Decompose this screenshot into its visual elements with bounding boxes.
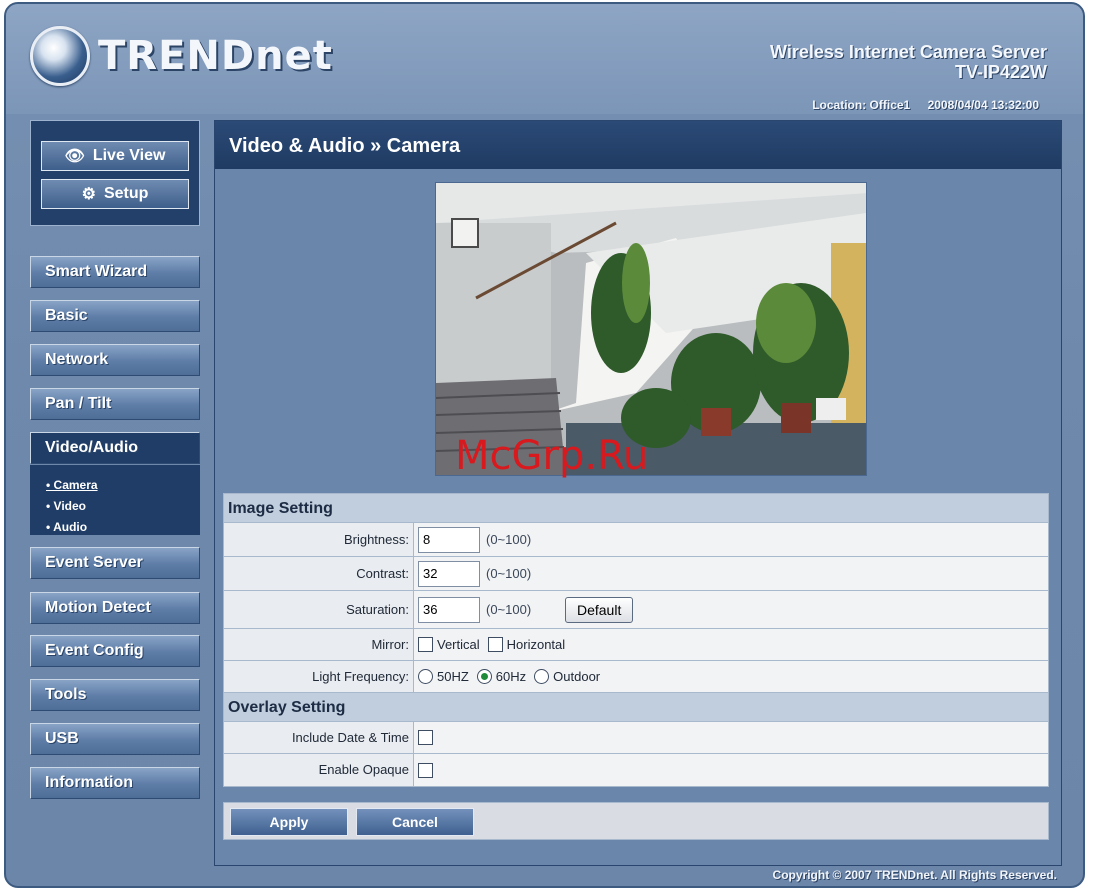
video-audio-submenu: • Camera • Video • Audio — [30, 465, 200, 535]
include-date-row: Include Date & Time — [224, 722, 1048, 754]
freq-50hz-label: 50HZ — [437, 669, 469, 684]
freq-60hz-label: 60Hz — [495, 669, 527, 684]
saturation-label: Saturation: — [224, 591, 414, 628]
image-setting-heading: Image Setting — [224, 494, 1048, 523]
contrast-range: (0~100) — [486, 566, 532, 581]
brightness-range: (0~100) — [486, 532, 532, 547]
submenu-camera[interactable]: • Camera — [46, 475, 200, 496]
page-title: Video & Audio » Camera — [215, 121, 1061, 169]
mirror-vertical-label: Vertical — [437, 637, 480, 652]
contrast-input[interactable] — [418, 560, 480, 587]
nav-information[interactable]: Information — [30, 767, 200, 799]
view-mode-panel: 👁 Live View ⚙ Setup — [30, 120, 200, 226]
status-bar: Location: Office1 2008/04/04 13:32:00 — [798, 98, 1039, 112]
cancel-button[interactable]: Cancel — [356, 808, 474, 836]
contrast-label: Contrast: — [224, 557, 414, 590]
brightness-label: Brightness: — [224, 523, 414, 556]
overlay-setting-heading: Overlay Setting — [224, 693, 1048, 722]
mirror-horizontal-label: Horizontal — [506, 637, 566, 652]
freq-60hz-radio[interactable] — [476, 669, 492, 684]
live-view-button[interactable]: 👁 Live View — [41, 141, 189, 171]
submenu-video[interactable]: • Video — [46, 496, 200, 517]
nav-smart-wizard[interactable]: Smart Wizard — [30, 256, 200, 288]
nav-basic[interactable]: Basic — [30, 300, 200, 332]
include-date-checkbox[interactable] — [418, 730, 433, 745]
brightness-row: Brightness: (0~100) — [224, 523, 1048, 557]
saturation-range: (0~100) — [486, 602, 532, 617]
gear-icon: ⚙ — [81, 186, 96, 203]
brand-name: TRENDnet — [98, 33, 333, 79]
nav-motion-detect[interactable]: Motion Detect — [30, 592, 200, 624]
saturation-input[interactable] — [418, 596, 480, 623]
live-view-label: Live View — [92, 147, 166, 164]
freq-outdoor-label: Outdoor — [553, 669, 601, 684]
light-frequency-label: Light Frequency: — [224, 661, 414, 692]
camera-preview — [435, 182, 867, 476]
nav-video-audio[interactable]: Video/Audio — [30, 432, 200, 464]
product-name: Wireless Internet Camera Server TV-IP422… — [770, 42, 1047, 82]
freq-outdoor-radio[interactable] — [534, 669, 550, 684]
datetime-text: 2008/04/04 13:32:00 — [927, 98, 1039, 112]
nav-tools[interactable]: Tools — [30, 679, 200, 711]
apply-button[interactable]: Apply — [230, 808, 348, 836]
nav-network[interactable]: Network — [30, 344, 200, 376]
product-line: Wireless Internet Camera Server — [770, 42, 1047, 62]
location-text: Location: Office1 — [812, 98, 911, 112]
mirror-label: Mirror: — [224, 629, 414, 660]
settings-form: Image Setting Brightness: (0~100) Contra… — [223, 493, 1049, 787]
mirror-vertical-checkbox[interactable] — [418, 637, 433, 652]
nav-event-server[interactable]: Event Server — [30, 547, 200, 579]
saturation-row: Saturation: (0~100) Default — [224, 591, 1048, 629]
light-frequency-row: Light Frequency: 50HZ 60Hz Outdoor — [224, 661, 1048, 693]
eye-icon: 👁 — [64, 148, 85, 165]
enable-opaque-label: Enable Opaque — [224, 754, 414, 786]
enable-opaque-row: Enable Opaque — [224, 754, 1048, 786]
watermark-text: McGrp.Ru — [455, 433, 649, 479]
copyright: Copyright © 2007 TRENDnet. All Rights Re… — [772, 868, 1057, 882]
freq-50hz-radio[interactable] — [418, 669, 433, 684]
enable-opaque-checkbox[interactable] — [418, 762, 433, 778]
nav-event-config[interactable]: Event Config — [30, 635, 200, 667]
nav-usb[interactable]: USB — [30, 723, 200, 755]
contrast-row: Contrast: (0~100) — [224, 557, 1048, 591]
setup-label: Setup — [103, 185, 149, 202]
mirror-horizontal-checkbox[interactable] — [487, 637, 503, 652]
trendnet-logo: TRENDnet — [30, 26, 333, 86]
header: TRENDnet Wireless Internet Camera Server… — [6, 4, 1083, 114]
include-date-label: Include Date & Time — [224, 722, 414, 753]
nav-pan-tilt[interactable]: Pan / Tilt — [30, 388, 200, 420]
setup-button[interactable]: ⚙ Setup — [41, 179, 189, 209]
model-name: TV-IP422W — [954, 62, 1047, 82]
submenu-audio[interactable]: • Audio — [46, 517, 200, 538]
main-panel: Video & Audio » Camera McGrp.Ru Image Se… — [214, 120, 1062, 866]
globe-icon — [30, 26, 90, 86]
default-button[interactable]: Default — [565, 596, 634, 623]
app-window: TRENDnet Wireless Internet Camera Server… — [4, 2, 1085, 888]
mirror-row: Mirror: Vertical Horizontal — [224, 629, 1048, 661]
action-bar: Apply Cancel — [223, 802, 1049, 840]
brightness-input[interactable] — [418, 526, 480, 553]
